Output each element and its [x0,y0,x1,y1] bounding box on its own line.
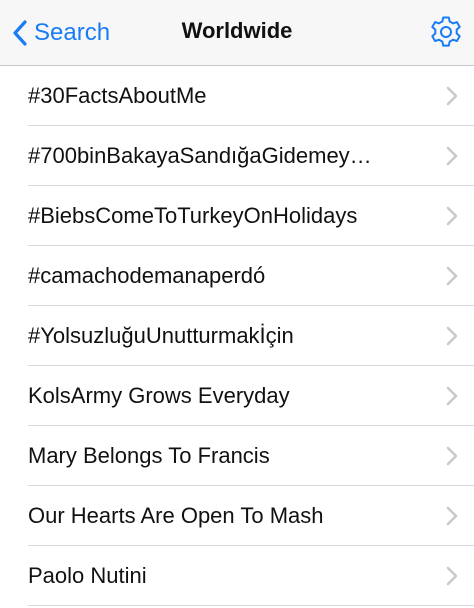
trend-row[interactable]: #BiebsComeToTurkeyOnHolidays [0,186,474,246]
chevron-right-icon [446,266,458,286]
navigation-bar: Search Worldwide [0,0,474,66]
chevron-right-icon [446,506,458,526]
chevron-right-icon [446,326,458,346]
trend-label: KolsArmy Grows Everyday [28,383,290,408]
trend-row[interactable]: KolsArmy Grows Everyday [0,366,474,426]
trend-row[interactable]: #700binBakayaSandığaGidemey… [0,126,474,186]
chevron-right-icon [446,386,458,406]
chevron-right-icon [446,86,458,106]
app-window: Search Worldwide #30FactsAboutMe #700binB… [0,0,474,608]
trend-row[interactable]: #YolsuzluğuUnutturmakİçin [0,306,474,366]
trend-label: #YolsuzluğuUnutturmakİçin [28,323,294,348]
chevron-right-icon [446,446,458,466]
trend-label: #camachodemanaperdó [28,263,266,288]
trend-label: Our Hearts Are Open To Mash [28,503,324,528]
chevron-left-icon [13,20,27,46]
trend-label: #30FactsAboutMe [28,83,207,108]
settings-button[interactable] [428,14,464,50]
trend-label: Paolo Nutini [28,563,147,588]
back-button-label: Search [34,19,111,46]
trend-row[interactable]: Our Hearts Are Open To Mash [0,486,474,546]
back-button[interactable]: Search [12,16,110,50]
chevron-right-icon [446,146,458,166]
trend-label: Mary Belongs To Francis [28,443,270,468]
chevron-right-icon [446,566,458,586]
gear-icon [431,16,461,47]
trend-row[interactable]: Paolo Nutini [0,546,474,606]
trend-row[interactable]: #camachodemanaperdó [0,246,474,306]
trend-row[interactable]: Mary Belongs To Francis [0,426,474,486]
trend-row[interactable]: #30FactsAboutMe [0,66,474,126]
trends-list: #30FactsAboutMe #700binBakayaSandığaGidem… [0,66,474,606]
trend-label: #BiebsComeToTurkeyOnHolidays [28,203,358,228]
chevron-right-icon [446,206,458,226]
trend-label: #700binBakayaSandığaGidemey… [28,143,372,168]
